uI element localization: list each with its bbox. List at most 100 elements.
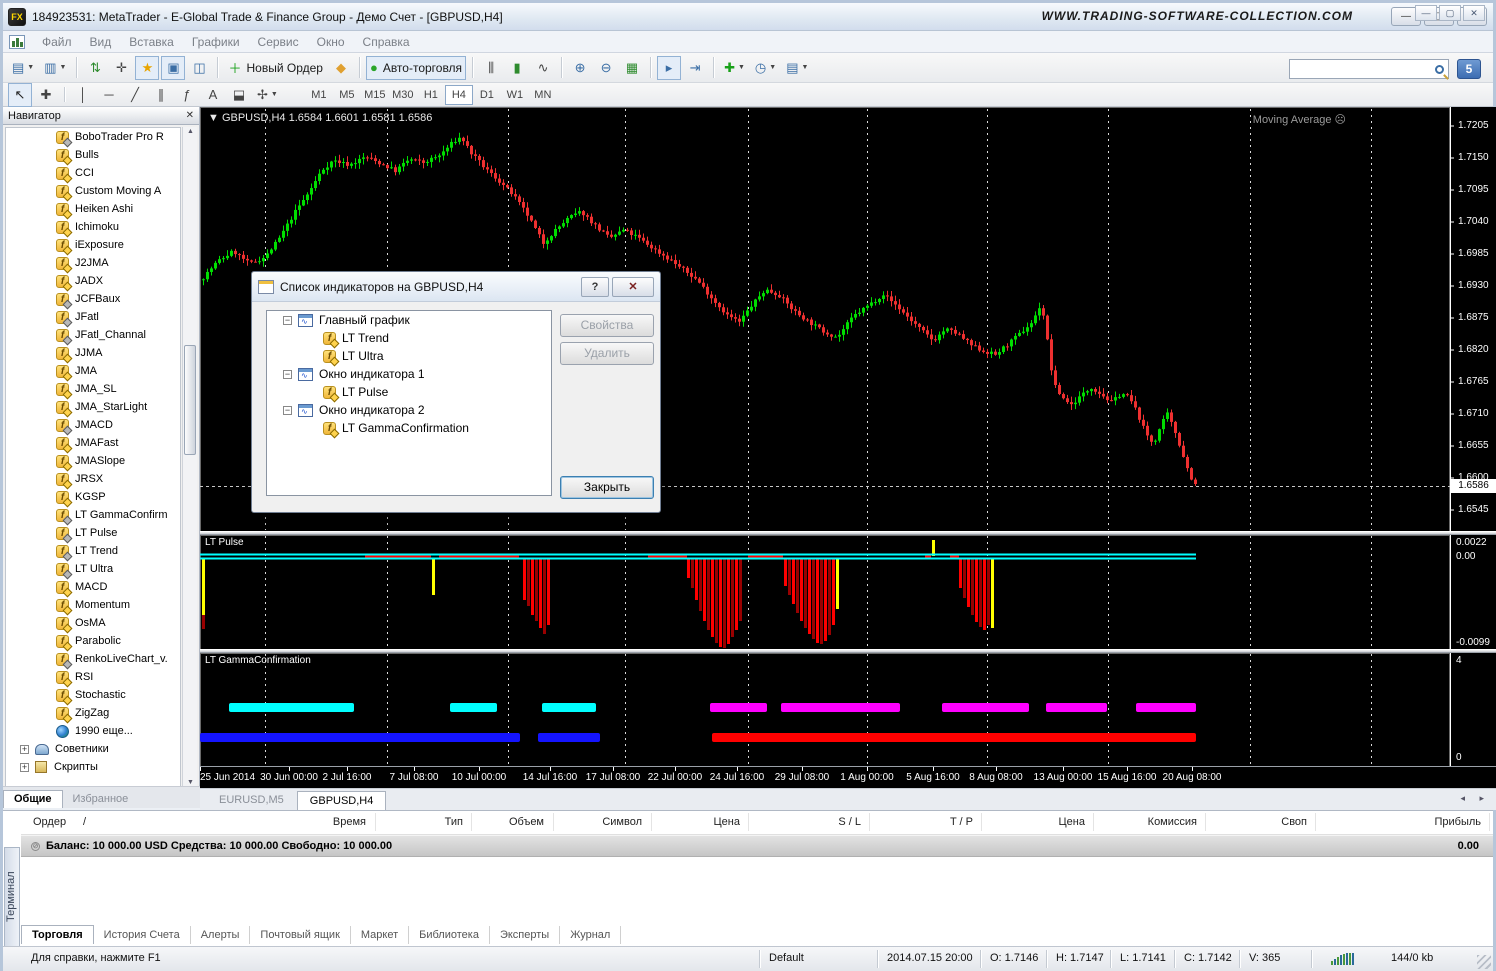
navigator-item[interactable]: fJFatl <box>6 308 180 326</box>
dialog-help-button[interactable]: ? <box>581 277 609 297</box>
resize-grip[interactable] <box>1477 955 1491 969</box>
terminal-tab-Эксперты[interactable]: Эксперты <box>490 926 560 944</box>
timeframe-H1[interactable]: H1 <box>417 85 445 105</box>
chart-shift-button[interactable]: ⇥ <box>683 56 707 80</box>
new-chart-button[interactable]: ▤▼ <box>8 56 38 80</box>
navigator-item[interactable]: fJ2JMA <box>6 254 180 272</box>
menu-item-Сервис[interactable]: Сервис <box>249 35 308 49</box>
navigator-item[interactable]: fLT GammaConfirm <box>6 506 180 524</box>
navigator-item[interactable]: fCustom Moving A <box>6 182 180 200</box>
navigator-item[interactable]: fJCFBaux <box>6 290 180 308</box>
bar-chart-button[interactable]: ⫼ <box>479 56 503 80</box>
timeframe-M30[interactable]: M30 <box>389 85 417 105</box>
column-header-Комиссия[interactable]: Комиссия <box>1148 816 1197 828</box>
navigator-item[interactable]: fiExposure <box>6 236 180 254</box>
cursor-button[interactable]: ↖ <box>8 83 32 107</box>
navigator-item[interactable]: fKGSP <box>6 488 180 506</box>
terminal-tab-Журнал[interactable]: Журнал <box>560 926 621 944</box>
menu-item-Окно[interactable]: Окно <box>308 35 354 49</box>
navigator-item[interactable]: fZigZag <box>6 704 180 722</box>
column-header-T / P[interactable]: T / P <box>950 816 973 828</box>
menu-item-Вид[interactable]: Вид <box>81 35 121 49</box>
trendline-button[interactable]: ╱ <box>123 83 147 107</box>
text-button[interactable]: A <box>201 83 225 107</box>
navigator-item[interactable]: fJMACD <box>6 416 180 434</box>
indicator-tree-item[interactable]: fLT GammaConfirmation <box>267 419 551 437</box>
expand-icon[interactable]: + <box>20 745 29 754</box>
dialog-title-bar[interactable]: Список индикаторов на GBPUSD,H4 ? ✕ <box>252 272 660 302</box>
navigator-item[interactable]: +Скрипты <box>6 758 180 776</box>
dialog-close-button[interactable]: ✕ <box>612 277 654 297</box>
navigator-item[interactable]: fLT Pulse <box>6 524 180 542</box>
navigator-item[interactable]: fJMA_StarLight <box>6 398 180 416</box>
navigator-item[interactable]: fJMAFast <box>6 434 180 452</box>
fibonacci-button[interactable]: ƒ <box>175 83 199 107</box>
terminal-tab-Библиотека[interactable]: Библиотека <box>409 926 490 944</box>
column-header-Время[interactable]: Время <box>333 816 366 828</box>
search-input[interactable] <box>1289 59 1449 79</box>
mdi-restore-button[interactable]: ▢ <box>1439 5 1461 21</box>
navigator-item[interactable]: fJMA_SL <box>6 380 180 398</box>
navigator-item[interactable]: fJFatl_Channal <box>6 326 180 344</box>
column-header-Тип[interactable]: Тип <box>445 816 463 828</box>
navigator-button[interactable]: ★ <box>135 56 159 80</box>
new-order-button[interactable]: ＋Новый Ордер <box>224 56 326 80</box>
column-header-Объем[interactable]: Объем <box>509 816 544 828</box>
column-header-Цена[interactable]: Цена <box>714 816 740 828</box>
timeframe-H4[interactable]: H4 <box>445 85 473 105</box>
terminal-tab-Почтовый ящик[interactable]: Почтовый ящик <box>250 926 350 944</box>
tile-windows-button[interactable]: ▦ <box>620 56 644 80</box>
navigator-item[interactable]: fJMA <box>6 362 180 380</box>
templates-button[interactable]: ▤▼ <box>782 56 812 80</box>
indicator-tree-item[interactable]: −Окно индикатора 2 <box>267 401 551 419</box>
navigator-item[interactable]: fMACD <box>6 578 180 596</box>
navigator-item[interactable]: fLT Ultra <box>6 560 180 578</box>
notification-badge[interactable]: 5 <box>1457 59 1481 79</box>
navigator-item[interactable]: fJMASlope <box>6 452 180 470</box>
navigator-item[interactable]: fBoboTrader Pro R <box>6 128 180 146</box>
chart-tab-EURUSD,M5[interactable]: EURUSD,M5 <box>206 790 297 810</box>
title-bar[interactable]: FX 184923531: MetaTrader - E-Global Trad… <box>3 3 1493 31</box>
chart-menu-icon[interactable] <box>9 35 25 49</box>
terminal-tab-История Счета[interactable]: История Счета <box>94 926 191 944</box>
mdi-minimize-button[interactable]: ― <box>1415 5 1437 21</box>
navigator-tab-Общие[interactable]: Общие <box>3 790 63 808</box>
terminal-tab-Алерты[interactable]: Алерты <box>191 926 251 944</box>
chart-tab-GBPUSD,H4[interactable]: GBPUSD,H4 <box>297 791 387 810</box>
candlestick-button[interactable]: ▮ <box>505 56 529 80</box>
collapse-icon[interactable]: − <box>283 370 292 379</box>
timeframe-W1[interactable]: W1 <box>501 85 529 105</box>
periods-button[interactable]: ◷▼ <box>751 56 780 80</box>
close-button[interactable]: Закрыть <box>560 476 654 499</box>
hline-button[interactable]: ─ <box>97 83 121 107</box>
metaeditor-button[interactable]: ◆ <box>329 56 353 80</box>
zoom-out-button[interactable]: ⊖ <box>594 56 618 80</box>
strategy-tester-button[interactable]: ◫ <box>187 56 211 80</box>
mdi-close-button[interactable]: ✕ <box>1463 5 1485 21</box>
menu-item-Справка[interactable]: Справка <box>354 35 419 49</box>
navigator-item[interactable]: fLT Trend <box>6 542 180 560</box>
column-header-Своп[interactable]: Своп <box>1281 816 1307 828</box>
line-chart-button[interactable]: ∿ <box>531 56 555 80</box>
auto-trading-button[interactable]: ●Авто-торговля <box>366 56 466 80</box>
terminal-column-header[interactable]: Ордер/ВремяТипОбъемСимволЦенаS / LT / PЦ… <box>21 811 1493 835</box>
indicator-tree-item[interactable]: fLT Trend <box>267 329 551 347</box>
collapse-icon[interactable]: − <box>283 406 292 415</box>
navigator-item[interactable]: fOsMA <box>6 614 180 632</box>
scroll-down-icon[interactable]: ▼ <box>185 779 196 786</box>
menu-item-Файл[interactable]: Файл <box>33 35 81 49</box>
subwindow-splitter[interactable] <box>200 649 1496 653</box>
navigator-item[interactable]: fMomentum <box>6 596 180 614</box>
navigator-close-icon[interactable]: ✕ <box>186 110 194 121</box>
scrollbar-thumb[interactable] <box>184 345 196 455</box>
timeframe-M1[interactable]: M1 <box>305 85 333 105</box>
column-header-S / L[interactable]: S / L <box>838 816 861 828</box>
navigator-item[interactable]: fRSI <box>6 668 180 686</box>
properties-button[interactable]: Свойства <box>560 314 654 337</box>
navigator-item[interactable]: fStochastic <box>6 686 180 704</box>
navigator-item[interactable]: fRenkoLiveChart_v. <box>6 650 180 668</box>
expand-icon[interactable]: + <box>20 763 29 772</box>
navigator-item[interactable]: fCCI <box>6 164 180 182</box>
menu-item-Графики[interactable]: Графики <box>183 35 249 49</box>
terminal-side-tab[interactable]: Терминал <box>4 847 20 947</box>
